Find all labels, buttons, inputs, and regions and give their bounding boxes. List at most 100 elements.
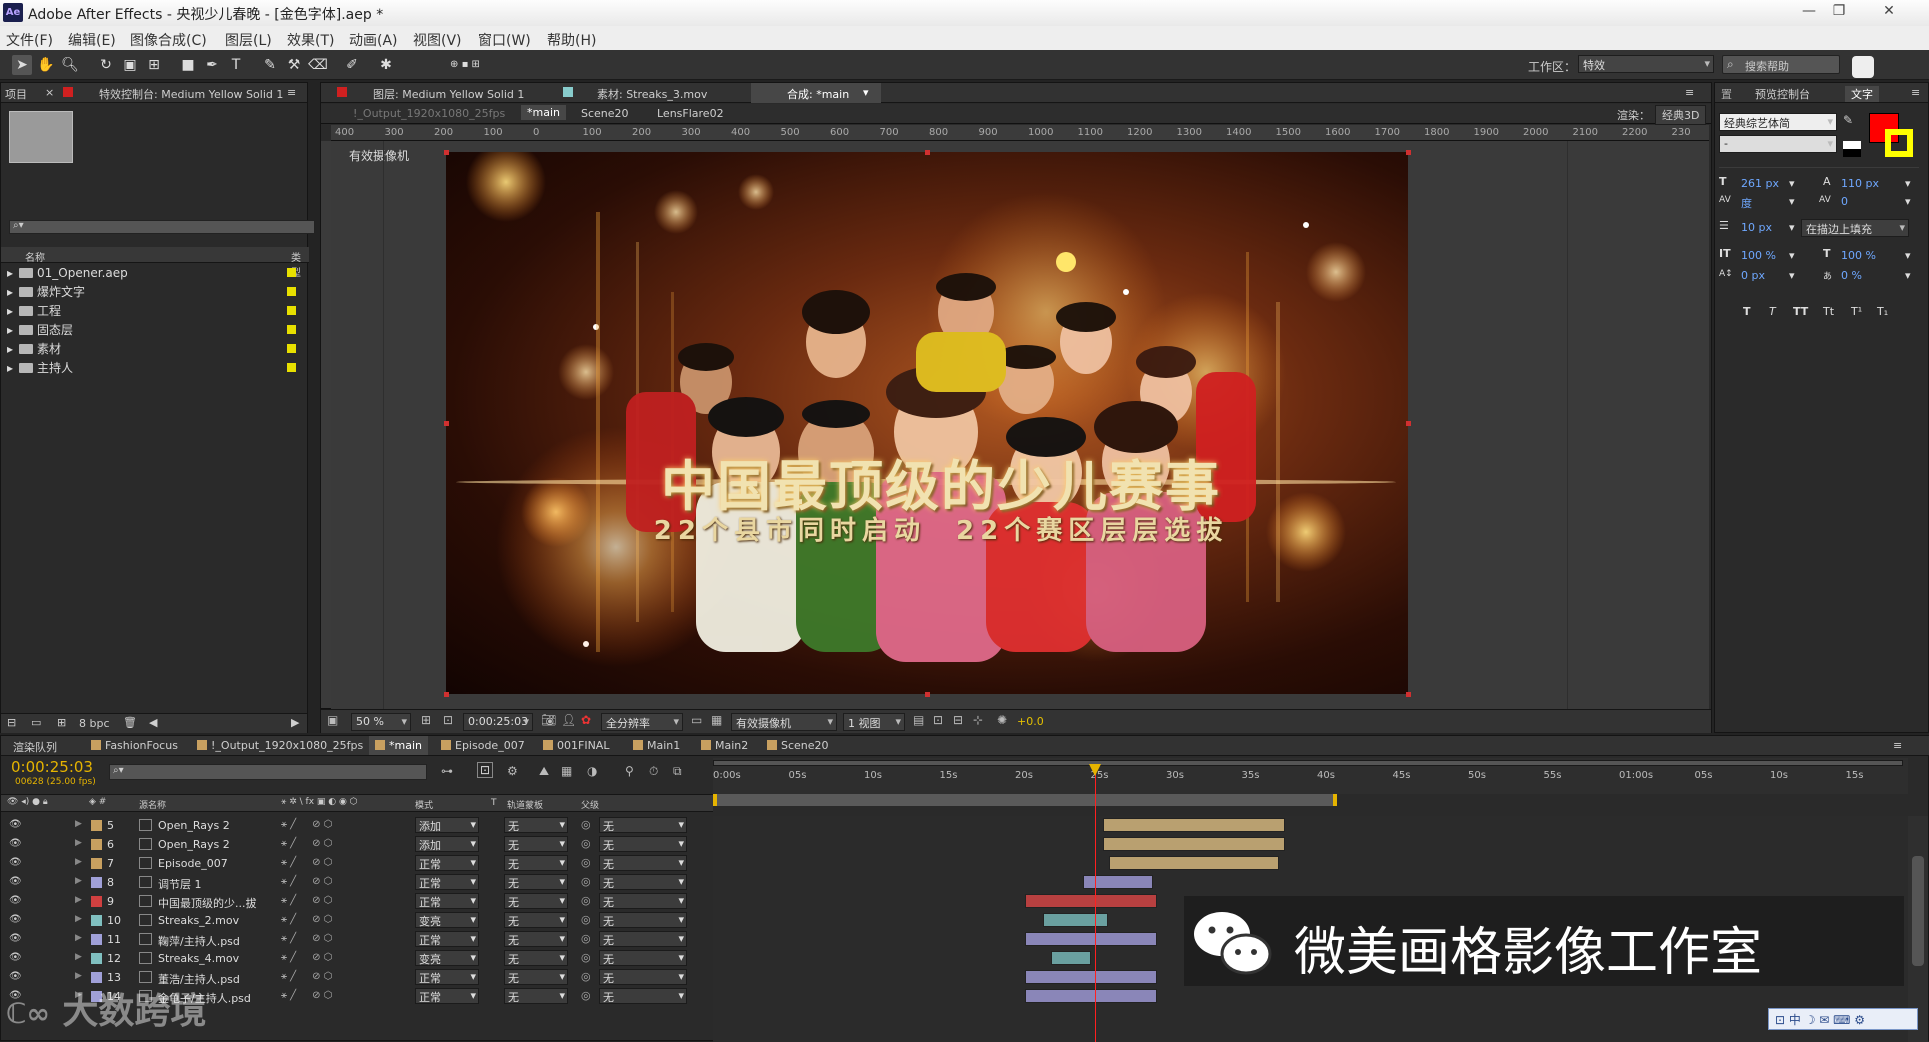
corner-handle[interactable]: [444, 150, 449, 155]
renderer-dropdown[interactable]: 经典3D: [1655, 105, 1707, 125]
superscript-button[interactable]: T¹: [1851, 305, 1862, 318]
work-area-end[interactable]: [1333, 794, 1337, 806]
layer-duration-bar[interactable]: [1025, 894, 1157, 908]
layer-label-swatch[interactable]: [91, 858, 102, 869]
expand-triangle-icon[interactable]: ▶: [75, 933, 82, 943]
expand-triangle-icon[interactable]: ▶: [75, 971, 82, 981]
project-item[interactable]: ▸ 主持人: [7, 359, 296, 377]
eye-icon[interactable]: 👁︎: [9, 895, 22, 906]
track-matte-dropdown[interactable]: 无: [504, 950, 568, 966]
layer-name[interactable]: Episode_007: [158, 857, 228, 870]
layer-label-swatch[interactable]: [91, 896, 102, 907]
parent-dropdown[interactable]: 无: [599, 855, 687, 871]
camera-tool-icon[interactable]: ▣: [120, 55, 140, 75]
layer-switches[interactable]: ⚹ ╱ ⊘ ⬡: [281, 914, 332, 925]
project-item[interactable]: ▸ 01_Opener.aep: [7, 264, 296, 282]
tab-footage[interactable]: 素材: Streaks_3.mov: [597, 86, 707, 102]
chevron-down-icon[interactable]: ▾: [863, 86, 869, 99]
work-area-bar[interactable]: [713, 794, 1333, 806]
bpc-label[interactable]: 8 bpc: [79, 717, 110, 730]
roto-brush-tool-icon[interactable]: ✐: [342, 55, 362, 75]
expand-triangle-icon[interactable]: ▶: [75, 876, 82, 886]
expand-triangle-icon[interactable]: ▶: [75, 857, 82, 867]
menu-edit[interactable]: 编辑(E): [68, 30, 116, 50]
hide-shy-icon[interactable]: ⛰: [539, 764, 549, 779]
blend-mode-dropdown[interactable]: 添加: [415, 817, 479, 833]
comp-marker-icon[interactable]: ⊡: [477, 762, 494, 778]
track-matte-dropdown[interactable]: 无: [504, 893, 568, 909]
parent-dropdown[interactable]: 无: [599, 817, 687, 833]
layer-label-swatch[interactable]: [91, 839, 102, 850]
tab-effect-controls[interactable]: 特效控制台: Medium Yellow Solid 1: [99, 86, 283, 102]
scroll-left-icon[interactable]: ◀: [149, 716, 157, 729]
blend-mode-dropdown[interactable]: 正常: [415, 931, 479, 947]
region-of-interest-icon[interactable]: ▭: [691, 713, 702, 727]
layer-row[interactable]: 👁︎ ▶ 5 Open_Rays 2 ⚹ ╱ ⊘ ⬡ 添加 无 ◎ 无: [1, 816, 713, 835]
chevron-down-icon[interactable]: ▾: [1905, 269, 1911, 282]
blend-mode-dropdown[interactable]: 正常: [415, 969, 479, 985]
menu-help[interactable]: 帮助(H): [547, 30, 596, 50]
menu-view[interactable]: 视图(V): [413, 30, 462, 50]
new-comp-icon[interactable]: ⊞: [57, 716, 66, 729]
parent-dropdown[interactable]: 无: [599, 931, 687, 947]
track-matte-dropdown[interactable]: 无: [504, 874, 568, 890]
project-search-field[interactable]: ⌕▾: [9, 220, 315, 234]
tab-layer[interactable]: 图层: Medium Yellow Solid 1: [373, 86, 524, 102]
menu-composition[interactable]: 图像合成(C): [130, 30, 207, 50]
axis-mode-icon[interactable]: ⊕ ▪ ⊞: [440, 55, 490, 75]
pick-whip-icon[interactable]: ◎: [581, 837, 591, 850]
tab-composition[interactable]: 合成: *main ▾: [751, 83, 881, 103]
tab-preview[interactable]: 预览控制台: [1755, 86, 1810, 102]
exposure-value[interactable]: +0.0: [1017, 715, 1044, 728]
brainstorm-icon[interactable]: ⚲: [625, 764, 634, 778]
tab-episode[interactable]: Episode_007: [441, 739, 525, 752]
composition-frame[interactable]: 中国最顶级的少儿赛事 22个县市同时启动 22个赛区层层选拔: [446, 152, 1408, 694]
eye-icon[interactable]: 👁︎: [9, 971, 22, 982]
panel-menu-icon[interactable]: ≡: [1685, 86, 1694, 99]
selection-tool-icon[interactable]: ➤: [12, 55, 32, 75]
puppet-tool-icon[interactable]: ✱: [376, 55, 396, 75]
rectangle-tool-icon[interactable]: ■: [178, 55, 198, 75]
track-matte-dropdown[interactable]: 无: [504, 912, 568, 928]
transparency-grid-icon[interactable]: ▦: [711, 713, 722, 727]
pick-whip-icon[interactable]: ◎: [581, 970, 591, 983]
timeline-icon[interactable]: ⊟: [953, 713, 963, 727]
eye-icon[interactable]: 👁︎: [9, 819, 22, 830]
all-caps-button[interactable]: TT: [1793, 305, 1808, 318]
project-item[interactable]: ▸ 工程: [7, 302, 296, 320]
layer-row[interactable]: 👁︎ ▶ 10 Streaks_2.mov ⚹ ╱ ⊘ ⬡ 变亮 无 ◎ 无: [1, 911, 713, 930]
parent-dropdown[interactable]: 无: [599, 969, 687, 985]
project-item[interactable]: ▸ 爆炸文字: [7, 283, 296, 301]
tab-001final[interactable]: 001FINAL: [543, 739, 609, 752]
viewer-canvas[interactable]: 有效摄像机 中国最顶级的少儿赛事 22个县市同时启动 22个赛区层层选拔: [331, 141, 1709, 709]
fast-previews-icon[interactable]: ⊡: [933, 713, 943, 727]
layer-duration-bar[interactable]: [1043, 913, 1108, 927]
track-matte-dropdown[interactable]: 无: [504, 988, 568, 1004]
hand-tool-icon[interactable]: ✋: [36, 55, 56, 75]
menu-animation[interactable]: 动画(A): [349, 30, 398, 50]
horizontal-scale-value[interactable]: 100 %: [1841, 249, 1876, 262]
layer-switches[interactable]: ⚹ ╱ ⊘ ⬡: [281, 933, 332, 944]
layer-switches[interactable]: ⚹ ╱ ⊘ ⬡: [281, 876, 332, 887]
parent-dropdown[interactable]: 无: [599, 836, 687, 852]
layer-duration-bar[interactable]: [1025, 970, 1157, 984]
layer-name[interactable]: 中国最顶级的少...拔: [158, 895, 257, 911]
layer-name[interactable]: Open_Rays 2: [158, 838, 230, 851]
eyedropper-icon[interactable]: ✎: [1843, 113, 1853, 127]
panel-menu-icon[interactable]: ≡: [1893, 739, 1902, 752]
layer-duration-bar[interactable]: [1109, 856, 1279, 870]
layer-label-swatch[interactable]: [91, 820, 102, 831]
show-snapshot-icon[interactable]: 👤︎: [561, 713, 576, 727]
eye-icon[interactable]: 👁︎: [9, 857, 22, 868]
view-layout-dropdown[interactable]: 1 视图: [843, 713, 905, 731]
pick-whip-icon[interactable]: ◎: [581, 989, 591, 1002]
tab-project[interactable]: 项目: [5, 86, 27, 102]
tab-character[interactable]: 文字: [1845, 86, 1879, 102]
clone-stamp-tool-icon[interactable]: ⚒: [284, 55, 304, 75]
edge-handle[interactable]: [925, 692, 930, 697]
layer-name[interactable]: 鞠萍/主持人.psd: [158, 933, 240, 949]
search-help-field[interactable]: ⌕ 搜索帮助: [1722, 55, 1840, 74]
pick-whip-icon[interactable]: ◎: [581, 856, 591, 869]
menu-file[interactable]: 文件(F): [6, 30, 53, 50]
pick-whip-icon[interactable]: ◎: [581, 818, 591, 831]
